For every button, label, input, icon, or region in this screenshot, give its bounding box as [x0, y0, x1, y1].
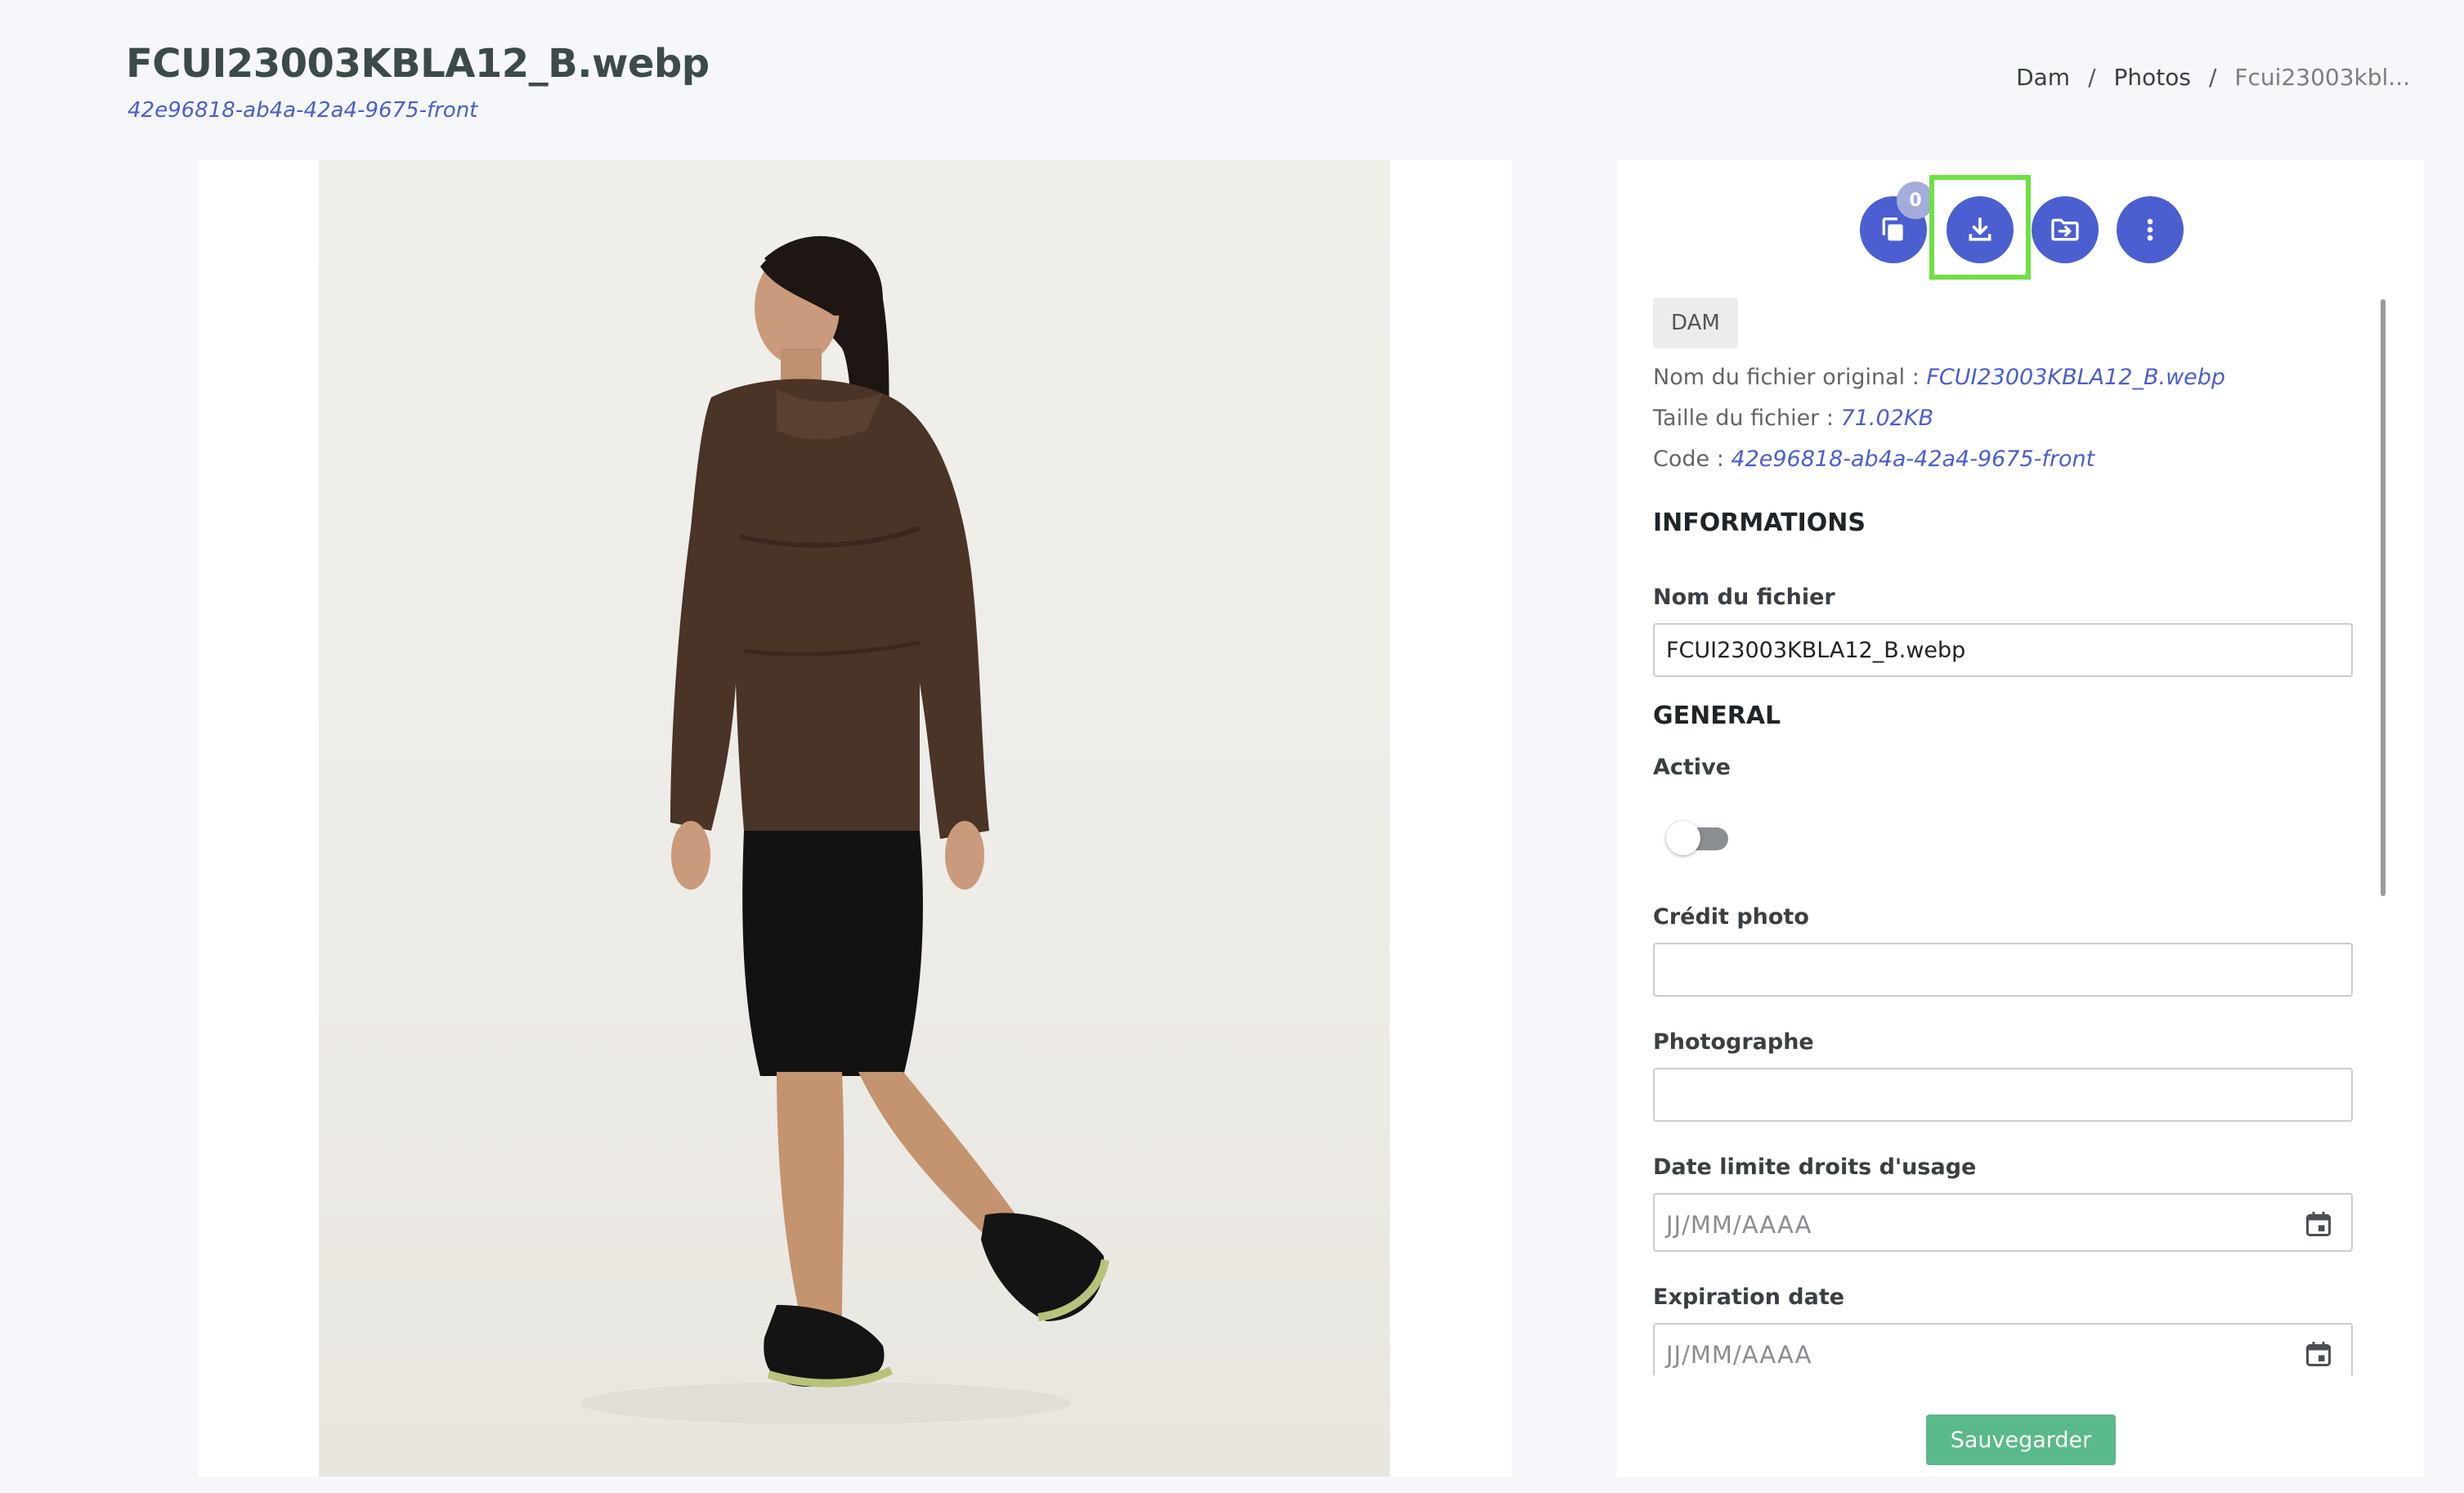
- file-size-label: Taille du fichier :: [1653, 406, 1834, 431]
- photographer-label: Photographe: [1653, 1029, 1814, 1055]
- dam-photo-page: FCUI23003KBLA12_B.webp 42e96818-ab4a-42a…: [0, 0, 2464, 1493]
- section-title-informations: INFORMATIONS: [1653, 509, 1866, 537]
- toggle-knob: [1666, 821, 1700, 855]
- details-scroll-area[interactable]: DAM Nom du fichier original : FCUI23003K…: [1653, 298, 2372, 1375]
- move-to-folder-button[interactable]: [2032, 196, 2099, 263]
- action-toolbar: 0: [1617, 175, 2425, 280]
- original-file-name-label: Nom du fichier original :: [1653, 365, 1920, 390]
- file-size-value: 71.02KB: [1840, 406, 1934, 431]
- file-size: Taille du fichier : 71.02KB: [1653, 407, 2372, 430]
- file-code: Code : 42e96818-ab4a-42a4-9675-front: [1653, 448, 2372, 471]
- breadcrumb-separator: /: [2088, 64, 2096, 91]
- download-highlight: [1929, 175, 2031, 280]
- expiration-date-input[interactable]: JJ/MM/AAAA: [1653, 1323, 2353, 1375]
- product-photo: [319, 160, 1390, 1477]
- more-vertical-icon: [2147, 218, 2153, 241]
- photo-credit-input[interactable]: [1653, 943, 2353, 997]
- more-options-button[interactable]: [2117, 196, 2184, 263]
- image-preview-panel: [198, 160, 1512, 1477]
- photographer-input[interactable]: [1653, 1068, 2353, 1122]
- breadcrumb: Dam / Photos / Fcui23003kbl...: [2016, 64, 2410, 91]
- breadcrumb-item-dam[interactable]: Dam: [2016, 64, 2070, 91]
- original-file-name-value: FCUI23003KBLA12_B.webp: [1926, 365, 2226, 390]
- expiration-date-label: Expiration date: [1653, 1285, 1845, 1310]
- breadcrumb-item-current: Fcui23003kbl...: [2234, 64, 2410, 91]
- usage-rights-date-input[interactable]: JJ/MM/AAAA: [1653, 1193, 2353, 1252]
- file-code-label: Code :: [1653, 446, 1724, 472]
- calendar-icon[interactable]: [2304, 1339, 2333, 1369]
- breadcrumb-separator: /: [2208, 64, 2217, 91]
- calendar-icon[interactable]: [2304, 1209, 2333, 1239]
- section-title-general: GENERAL: [1653, 702, 1781, 730]
- breadcrumb-item-photos[interactable]: Photos: [2114, 64, 2191, 91]
- file-code-value: 42e96818-ab4a-42a4-9675-front: [1731, 446, 2095, 472]
- copy-icon: [1882, 217, 1903, 241]
- details-scrollbar[interactable]: [2381, 299, 2386, 896]
- source-tag: DAM: [1653, 298, 1738, 348]
- active-toggle[interactable]: [1666, 821, 1730, 855]
- date-placeholder: JJ/MM/AAAA: [1666, 1211, 1812, 1239]
- photo-credit-label: Crédit photo: [1653, 904, 1809, 930]
- active-label: Active: [1653, 755, 1731, 780]
- page-title: FCUI23003KBLA12_B.webp: [126, 41, 710, 87]
- page-subtitle: 42e96818-ab4a-42a4-9675-front: [128, 98, 478, 123]
- move-to-folder-icon: [2051, 218, 2079, 241]
- model-illustration: [580, 235, 1109, 1424]
- date-placeholder: JJ/MM/AAAA: [1666, 1341, 1812, 1369]
- original-file-name: Nom du fichier original : FCUI23003KBLA1…: [1653, 366, 2372, 389]
- save-button[interactable]: Sauvegarder: [1926, 1415, 2116, 1465]
- file-name-input[interactable]: [1653, 623, 2353, 677]
- usage-rights-date-label: Date limite droits d'usage: [1653, 1154, 1977, 1180]
- file-name-label: Nom du fichier: [1653, 585, 1835, 610]
- file-details-panel: 0 DAM Nom du fichier original: FCUI2300…: [1617, 160, 2425, 1477]
